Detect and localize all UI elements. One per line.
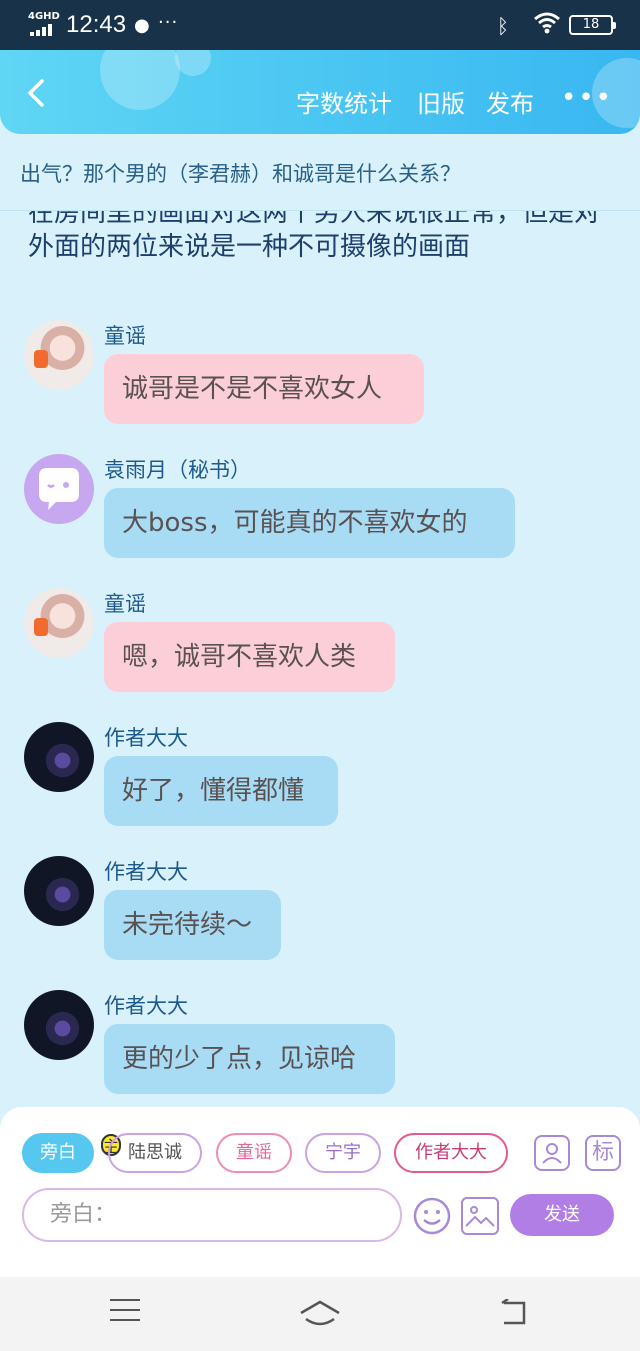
role-chip-tongyao[interactable]: 童谣 xyxy=(216,1133,292,1173)
sender-name: 童谣 xyxy=(104,592,146,616)
role-chip-lu-sicheng[interactable]: 陆思诚 xyxy=(108,1133,202,1173)
divider xyxy=(0,210,640,211)
role-chip-ningyu[interactable]: 宁宇 xyxy=(305,1133,381,1173)
role-chip-narrator[interactable]: 旁白 xyxy=(22,1133,94,1173)
wifi-icon xyxy=(534,12,560,34)
message-bubble[interactable]: 好了，懂得都懂 xyxy=(104,756,338,826)
role-chip-author[interactable]: 作者大大 xyxy=(394,1133,508,1173)
avatar[interactable] xyxy=(24,856,94,926)
avatar[interactable] xyxy=(24,990,94,1060)
old-version-button[interactable]: 旧版 xyxy=(417,84,465,119)
message-notification-icon: ● xyxy=(134,15,150,36)
message-bubble[interactable]: 嗯，诚哥不喜欢人类 xyxy=(104,622,395,692)
message-input[interactable]: 旁白： xyxy=(22,1188,402,1242)
avatar[interactable] xyxy=(24,588,94,658)
battery-icon: 18 xyxy=(569,15,616,35)
sender-name: 作者大大 xyxy=(104,994,188,1018)
sender-name: 袁雨月（秘书） xyxy=(104,458,251,482)
image-button[interactable] xyxy=(461,1197,499,1235)
back-nav-icon[interactable] xyxy=(498,1299,530,1327)
home-icon[interactable] xyxy=(298,1299,342,1329)
chat-bot-icon xyxy=(39,468,79,510)
sender-name: 作者大大 xyxy=(104,860,188,884)
bluetooth-icon: ᛒ xyxy=(497,14,509,38)
story-title: 出气？那个男的（李君赫）和诚哥是什么关系？ xyxy=(20,162,461,186)
message-bubble[interactable]: 大boss，可能真的不喜欢女的 xyxy=(104,488,515,558)
menu-icon[interactable] xyxy=(110,1299,140,1329)
signal-icon xyxy=(30,24,58,36)
clock: 12:43 xyxy=(66,11,127,38)
more-notifications-icon: ··· xyxy=(158,12,179,33)
person-icon xyxy=(542,1143,562,1164)
avatar[interactable] xyxy=(24,320,94,390)
network-type: 4GHD xyxy=(28,11,60,22)
status-bar: 4GHD 12:43 ● ··· ᛒ 18 xyxy=(0,0,640,50)
send-button[interactable]: 发送 xyxy=(510,1194,614,1236)
back-icon[interactable] xyxy=(22,78,52,108)
word-count-button[interactable]: 字数统计 xyxy=(296,84,392,119)
sender-name: 作者大大 xyxy=(104,726,188,750)
top-bar: 字数统计 旧版 发布 ••• xyxy=(0,50,640,134)
message-bubble[interactable]: 更的少了点，见谅哈 xyxy=(104,1024,395,1094)
mark-button[interactable]: 标 xyxy=(585,1135,621,1171)
message-bubble[interactable]: 诚哥是不是不喜欢女人 xyxy=(104,354,424,424)
sender-name: 童谣 xyxy=(104,324,146,348)
system-nav-bar xyxy=(0,1277,640,1351)
add-role-button[interactable] xyxy=(534,1135,570,1171)
emoji-icon[interactable] xyxy=(412,1196,452,1236)
avatar[interactable] xyxy=(24,722,94,792)
message-bubble[interactable]: 未完待续～ xyxy=(104,890,281,960)
more-icon[interactable]: ••• xyxy=(561,85,613,111)
publish-button[interactable]: 发布 xyxy=(486,84,534,119)
avatar[interactable] xyxy=(24,454,94,524)
image-icon xyxy=(465,1206,495,1227)
